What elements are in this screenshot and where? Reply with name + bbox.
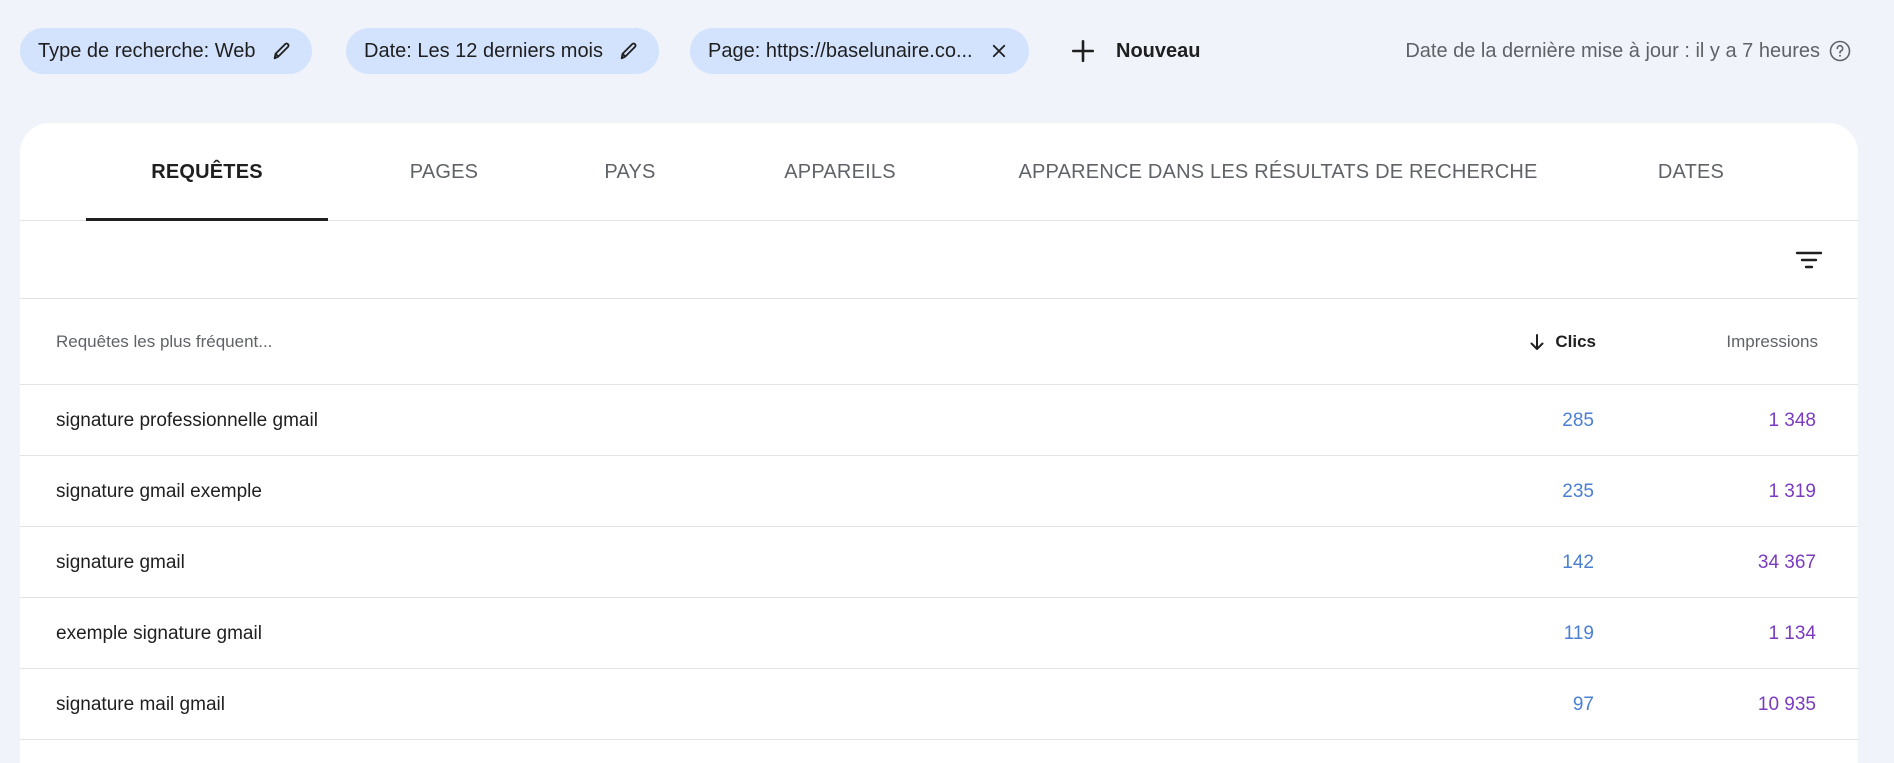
queries-table: Requêtes les plus fréquent... Clics Impr… (20, 299, 1858, 740)
tab-search-appearance-label: APPARENCE DANS LES RÉSULTATS DE RECHERCH… (1018, 160, 1538, 183)
tab-countries[interactable]: PAYS (560, 123, 700, 221)
filter-chip-search-type[interactable]: Type de recherche: Web (20, 28, 312, 74)
tab-queries-label: REQUÊTES (151, 160, 263, 183)
column-header-query-label: Requêtes les plus fréquent... (56, 332, 273, 351)
plus-icon (1070, 38, 1096, 64)
table-row[interactable]: signature gmail exemple 235 1 319 (20, 456, 1858, 527)
table-row[interactable]: exemple signature gmail 119 1 134 (20, 598, 1858, 669)
filter-icon[interactable] (1794, 245, 1824, 275)
tab-devices-label: APPAREILS (784, 160, 896, 183)
filter-chip-page[interactable]: Page: https://baselunaire.co... (690, 28, 1029, 74)
row-clicks: 97 (1572, 693, 1594, 715)
last-update-info: Date de la dernière mise à jour : il y a… (1405, 28, 1852, 74)
tab-countries-label: PAYS (604, 160, 656, 183)
column-header-impressions[interactable]: Impressions (1726, 299, 1818, 385)
column-header-clicks[interactable]: Clics (1527, 299, 1596, 385)
last-update-text: Date de la dernière mise à jour : il y a… (1405, 39, 1820, 62)
row-query: signature mail gmail (56, 693, 225, 715)
close-icon[interactable] (987, 39, 1011, 63)
dimension-tabs: REQUÊTES PAGES PAYS APPAREILS APPARENCE … (20, 123, 1858, 221)
row-clicks: 119 (1563, 622, 1594, 644)
table-header: Requêtes les plus fréquent... Clics Impr… (20, 299, 1858, 385)
row-query: exemple signature gmail (56, 622, 262, 644)
row-impressions: 1 348 (1768, 409, 1816, 431)
row-query: signature gmail exemple (56, 480, 262, 502)
row-query: signature gmail (56, 551, 185, 573)
table-row[interactable]: signature mail gmail 97 10 935 (20, 669, 1858, 740)
table-toolbar (20, 221, 1858, 299)
filter-chip-date[interactable]: Date: Les 12 derniers mois (346, 28, 660, 74)
tab-pages-label: PAGES (409, 160, 479, 183)
filter-chip-page-label: Page: https://baselunaire.co... (708, 39, 973, 62)
row-query: signature professionnelle gmail (56, 409, 318, 431)
tab-devices[interactable]: APPAREILS (740, 123, 940, 221)
tab-search-appearance[interactable]: APPARENCE DANS LES RÉSULTATS DE RECHERCH… (980, 123, 1576, 221)
pencil-icon[interactable] (270, 39, 294, 63)
row-impressions: 1 319 (1768, 480, 1816, 502)
table-row[interactable]: signature gmail 142 34 367 (20, 527, 1858, 598)
tab-pages[interactable]: PAGES (368, 123, 520, 221)
tab-dates[interactable]: DATES (1616, 123, 1766, 221)
add-filter-label: Nouveau (1116, 39, 1201, 62)
column-header-query[interactable]: Requêtes les plus fréquent... (56, 299, 272, 385)
help-circle-icon[interactable] (1828, 39, 1852, 63)
column-header-clicks-label: Clics (1555, 332, 1596, 351)
filter-chip-date-label: Date: Les 12 derniers mois (364, 39, 604, 62)
row-clicks: 235 (1562, 480, 1594, 502)
tab-queries[interactable]: REQUÊTES (86, 123, 328, 221)
pencil-icon[interactable] (617, 39, 641, 63)
row-impressions: 1 134 (1768, 622, 1816, 644)
row-impressions: 34 367 (1757, 551, 1816, 573)
performance-card: REQUÊTES PAGES PAYS APPAREILS APPARENCE … (20, 123, 1858, 763)
row-impressions: 10 935 (1757, 693, 1816, 715)
column-header-impressions-label: Impressions (1726, 332, 1818, 351)
tab-dates-label: DATES (1657, 160, 1725, 183)
filter-chip-search-type-label: Type de recherche: Web (38, 39, 256, 62)
table-row[interactable]: signature professionnelle gmail 285 1 34… (20, 385, 1858, 456)
filter-bar: Type de recherche: Web Date: Les 12 dern… (0, 0, 1894, 100)
arrow-down-icon (1527, 332, 1547, 352)
row-clicks: 142 (1562, 551, 1594, 573)
add-filter-button[interactable]: Nouveau (1070, 28, 1200, 74)
row-clicks: 285 (1562, 409, 1594, 431)
